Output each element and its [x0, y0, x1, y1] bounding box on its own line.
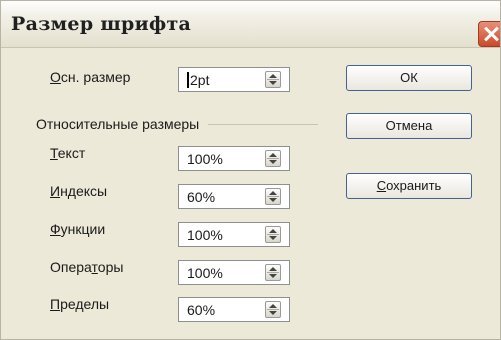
row-label-rest: ндексы — [60, 183, 108, 199]
operators-size-value: 100% — [187, 265, 223, 281]
row-label-accel: Т — [50, 145, 58, 161]
spin-up-icon — [269, 304, 277, 308]
row-label-rest: ределы — [60, 296, 110, 312]
relative-sizes-group-title: Относительные размеры — [36, 116, 200, 132]
row-label-accel: П — [50, 296, 61, 312]
group-divider — [208, 124, 318, 125]
row-label-pre: Опера — [50, 259, 92, 275]
row-label-operators: Операторы — [50, 259, 123, 275]
functions-size-value: 100% — [187, 227, 223, 243]
indexes-size-spinner[interactable] — [265, 188, 281, 205]
indexes-size-value: 60% — [187, 189, 216, 205]
spin-down-icon — [269, 311, 277, 315]
base-size-label-text: сн. размер — [60, 69, 131, 85]
limits-size-value: 60% — [187, 302, 216, 318]
row-label-functions: Функции — [50, 221, 105, 237]
row-label-rest: оры — [97, 259, 124, 275]
row-label-rest: ункции — [60, 221, 106, 237]
row-label-indexes: Индексы — [50, 183, 107, 199]
base-size-field[interactable]: 2pt — [178, 67, 290, 92]
base-size-label-accel: О — [50, 69, 61, 85]
row-label-text: Текст — [50, 145, 85, 161]
base-size-spinner[interactable] — [265, 71, 281, 88]
operators-size-spinner[interactable] — [265, 264, 281, 281]
text-cursor — [187, 72, 189, 88]
limits-size-spinner[interactable] — [265, 301, 281, 318]
spin-up-icon — [269, 229, 277, 233]
spin-down-icon — [269, 198, 277, 202]
spin-down-icon — [269, 160, 277, 164]
functions-size-spinner[interactable] — [265, 226, 281, 243]
text-size-spinner[interactable] — [265, 150, 281, 167]
spin-up-icon — [269, 74, 277, 78]
font-size-dialog: Размер шрифта Осн. размер 2pt Относитель… — [0, 0, 501, 340]
spin-up-icon — [269, 153, 277, 157]
dialog-title: Размер шрифта — [11, 13, 192, 35]
row-label-accel: Ф — [50, 221, 61, 237]
text-size-value: 100% — [187, 151, 223, 167]
base-size-label: Осн. размер — [50, 69, 130, 85]
title-bar: Размер шрифта — [1, 1, 500, 48]
limits-size-field[interactable]: 60% — [178, 297, 290, 322]
row-label-rest: екст — [57, 145, 86, 161]
save-button-accel: С — [376, 178, 387, 193]
functions-size-field[interactable]: 100% — [178, 222, 290, 247]
spin-down-icon — [269, 81, 277, 85]
spin-down-icon — [269, 274, 277, 278]
spin-down-icon — [269, 236, 277, 240]
spin-up-icon — [269, 191, 277, 195]
indexes-size-field[interactable]: 60% — [178, 184, 290, 209]
ok-button[interactable]: ОК — [346, 65, 472, 91]
save-button[interactable]: Сохранить — [346, 173, 472, 199]
text-size-field[interactable]: 100% — [178, 146, 290, 171]
row-label-limits: Пределы — [50, 296, 109, 312]
spin-up-icon — [269, 267, 277, 271]
save-button-label: охранить — [386, 178, 442, 193]
close-icon[interactable] — [478, 21, 500, 47]
operators-size-field[interactable]: 100% — [178, 260, 290, 285]
row-label-accel: И — [50, 183, 61, 199]
base-size-value: 2pt — [190, 72, 210, 88]
cancel-button[interactable]: Отмена — [346, 113, 472, 139]
